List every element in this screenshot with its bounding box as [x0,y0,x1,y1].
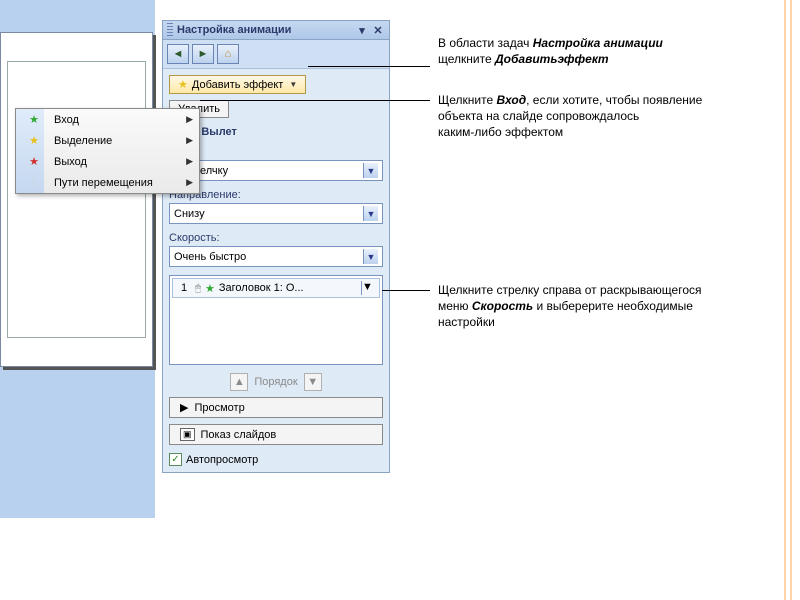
chevron-right-icon: ▶ [186,156,193,167]
speed-value: Очень быстро [174,251,246,263]
star-icon: ★ [29,155,39,168]
chevron-down-icon: ▼ [363,163,378,178]
star-icon: ★ [178,78,188,91]
leader-line [200,100,430,101]
star-icon: ★ [29,113,39,126]
pane-menu-button[interactable]: ▾ [355,23,369,37]
flyout-exit-label: Выход [54,156,87,168]
flyout-entry[interactable]: ★ Вход ▶ [16,109,199,130]
direction-label: Направление: [169,189,383,201]
add-effect-flyout: ★ Вход ▶ ★ Выделение ▶ ★ Выход ▶ ☆ Пути … [15,108,200,194]
order-label: Порядок [254,376,297,388]
order-row: ▲ Порядок ▼ [169,373,383,391]
chevron-right-icon: ▶ [186,114,193,125]
flyout-emphasis[interactable]: ★ Выделение ▶ [16,130,199,151]
list-item-text: Заголовок 1: О... [219,282,304,294]
slide-thumbnail[interactable] [0,32,153,367]
slide-thumb-column [0,0,155,518]
grip-icon [167,23,173,37]
chevron-right-icon: ▶ [186,135,193,146]
chevron-down-icon: ▼ [289,80,297,89]
preview-label: Просмотр [194,402,244,414]
flyout-exit[interactable]: ★ Выход ▶ [16,151,199,172]
speed-label: Скорость: [169,232,383,244]
list-item-number: 1 [177,282,191,294]
autopreview-checkbox[interactable]: ✓ [169,453,182,466]
slideshow-label: Показ слайдов [201,429,277,441]
decor-stripe [784,0,786,600]
pane-close-button[interactable]: ✕ [371,23,385,37]
slide-thumbnail-inner [7,61,146,338]
leader-line [308,66,430,67]
flyout-entry-label: Вход [54,114,79,126]
nav-home-button[interactable]: ⌂ [217,44,239,64]
star-icon: ★ [205,282,215,295]
direction-value: Снизу [174,208,205,220]
chevron-down-icon: ▼ [363,206,378,221]
add-effect-button[interactable]: ★ Добавить эффект ▼ [169,75,306,94]
direction-select[interactable]: Снизу ▼ [169,203,383,224]
nav-back-button[interactable]: ◄ [167,44,189,64]
add-effect-label: Добавить эффект [192,79,283,91]
speed-select[interactable]: Очень быстро ▼ [169,246,383,267]
flyout-motion[interactable]: ☆ Пути перемещения ▶ [16,172,199,193]
pane-title: Настройка анимации [177,24,353,36]
autopreview-label: Автопросмотр [186,454,258,466]
star-icon: ★ [29,134,39,147]
slideshow-button[interactable]: ▣ Показ слайдов [169,424,383,445]
list-item[interactable]: 1 🖱 ★ Заголовок 1: О... ▼ [172,278,380,298]
order-up-button[interactable]: ▲ [230,373,248,391]
flyout-emphasis-label: Выделение [54,135,112,147]
decor-stripe [790,0,792,600]
nav-forward-button[interactable]: ► [192,44,214,64]
order-down-button[interactable]: ▼ [304,373,322,391]
animation-task-pane: Настройка анимации ▾ ✕ ◄ ► ⌂ ★ Добавить … [162,20,390,473]
change-effect-label: ение: Вылет [169,126,383,138]
start-select[interactable]: По щелчку ▼ [169,160,383,181]
chevron-right-icon: ▶ [186,177,193,188]
annotation-3: Щелкните стрелку справа от раскрывающего… [438,282,768,331]
mouse-icon: 🖱 [195,283,201,294]
annotation-2: Щелкните Вход, если хотите, чтобы появле… [438,92,758,141]
star-icon: ☆ [29,176,39,189]
leader-line [382,290,430,291]
chevron-down-icon: ▼ [363,249,378,264]
start-label: ло: [169,146,383,158]
slideshow-icon: ▣ [180,428,195,441]
flyout-motion-label: Пути перемещения [54,177,153,189]
annotation-1: В области задач Настройка анимации щелкн… [438,35,758,67]
play-icon: ▶ [180,401,188,414]
preview-button[interactable]: ▶ Просмотр [169,397,383,418]
pane-nav: ◄ ► ⌂ [163,40,389,69]
pane-header: Настройка анимации ▾ ✕ [163,21,389,40]
autopreview-row: ✓ Автопросмотр [169,453,383,466]
chevron-down-icon[interactable]: ▼ [361,281,375,295]
effects-list[interactable]: 1 🖱 ★ Заголовок 1: О... ▼ [169,275,383,365]
